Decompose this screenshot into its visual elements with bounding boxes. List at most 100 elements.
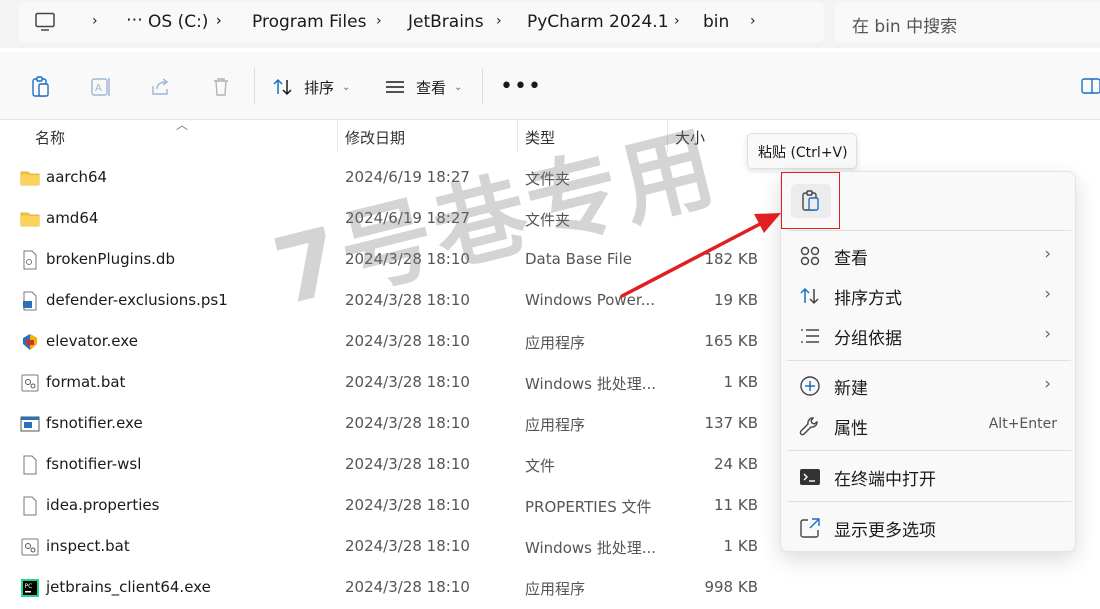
table-row[interactable]: fsnotifier.exe 2024/3/28 18:10 应用程序 137 …: [0, 404, 780, 445]
sort-label: 排序: [304, 78, 335, 97]
chevron-right-icon[interactable]: ›: [92, 13, 98, 29]
share-icon[interactable]: [149, 75, 173, 99]
chevron-right-icon[interactable]: ›: [216, 13, 222, 29]
table-row[interactable]: idea.properties 2024/3/28 18:10 PROPERTI…: [0, 486, 780, 527]
file-size: 24 KB: [714, 455, 758, 473]
chevron-right-icon[interactable]: ›: [376, 13, 382, 29]
menu-divider: [787, 450, 1071, 451]
file-size: 11 KB: [714, 496, 758, 514]
exe-window-icon: [20, 416, 40, 432]
file-name: format.bat: [46, 373, 126, 391]
chevron-right-icon[interactable]: ›: [750, 13, 756, 29]
menu-item-group-by[interactable]: 分组依据 ›: [785, 316, 1073, 354]
table-row[interactable]: brokenPlugins.db 2024/3/28 18:10 Data Ba…: [0, 240, 780, 281]
chevron-down-icon: ⌄: [454, 81, 463, 93]
menu-item-view[interactable]: 查看 ›: [785, 236, 1073, 274]
file-type: 文件夹: [525, 170, 571, 188]
column-divider[interactable]: [667, 120, 668, 152]
column-divider[interactable]: [517, 120, 518, 152]
paste-icon[interactable]: [29, 75, 53, 99]
menu-item-show-more-options[interactable]: 显示更多选项: [785, 508, 1073, 546]
file-type: Windows Power...: [525, 291, 656, 309]
breadcrumb-jetbrains[interactable]: JetBrains: [408, 12, 484, 32]
rename-icon[interactable]: A: [89, 75, 113, 99]
blank-file-icon: [23, 496, 37, 516]
wrench-icon: [799, 417, 818, 436]
chevron-right-icon: ›: [1044, 374, 1051, 394]
group-by-icon: [801, 329, 819, 343]
file-name: amd64: [46, 209, 99, 227]
chevron-right-icon[interactable]: ›: [674, 13, 680, 29]
table-row[interactable]: inspect.bat 2024/3/28 18:10 Windows 批处理.…: [0, 527, 780, 568]
column-header-date[interactable]: 修改日期: [345, 127, 405, 148]
table-row[interactable]: amd64 2024/6/19 18:27 文件夹: [0, 199, 780, 240]
details-pane-icon[interactable]: [1080, 76, 1100, 96]
chevron-right-icon[interactable]: ›: [496, 13, 502, 29]
breadcrumb-pycharm[interactable]: PyCharm 2024.1: [527, 12, 669, 32]
view-button[interactable]: 查看 ⌄: [384, 74, 462, 100]
column-header-name[interactable]: 名称: [35, 127, 65, 148]
folder-icon: [20, 212, 40, 227]
menu-item-properties[interactable]: 属性 Alt+Enter: [785, 406, 1073, 444]
chevron-right-icon: ›: [1044, 244, 1051, 264]
column-header-size[interactable]: 大小: [675, 127, 705, 148]
table-row[interactable]: elevator.exe 2024/3/28 18:10 应用程序 165 KB: [0, 322, 780, 363]
file-type: 文件: [525, 457, 556, 475]
search-input[interactable]: 在 bin 中搜索: [834, 2, 1100, 42]
file-date: 2024/3/28 18:10: [345, 373, 470, 391]
file-type: Windows 批处理...: [525, 539, 657, 557]
menu-item-sort-by[interactable]: 排序方式 ›: [785, 276, 1073, 314]
tooltip-text: 粘贴 (Ctrl+V): [758, 145, 848, 161]
menu-item-label: 查看: [834, 249, 868, 269]
sort-icon: [800, 287, 819, 305]
terminal-icon: [800, 469, 820, 485]
breadcrumb-overflow[interactable]: ⋯: [126, 10, 143, 30]
file-type: Windows 批处理...: [525, 375, 657, 393]
breadcrumb-bin[interactable]: bin: [703, 12, 729, 32]
file-name: inspect.bat: [46, 537, 130, 555]
column-header-type[interactable]: 类型: [525, 127, 555, 148]
file-name: fsnotifier-wsl: [46, 455, 142, 473]
file-date: 2024/3/28 18:10: [345, 578, 470, 596]
menu-item-new[interactable]: 新建 ›: [785, 366, 1073, 404]
file-type: 应用程序: [525, 334, 586, 352]
sort-button[interactable]: 排序 ⌄: [272, 74, 350, 100]
computer-icon[interactable]: [34, 12, 56, 32]
table-row[interactable]: format.bat 2024/3/28 18:10 Windows 批处理..…: [0, 363, 780, 404]
file-size: 137 KB: [704, 414, 758, 432]
file-name: fsnotifier.exe: [46, 414, 143, 432]
jetbrains-client-icon: PC: [21, 579, 39, 597]
toolbar-divider: [254, 68, 255, 104]
view-list-icon: [386, 81, 404, 93]
powershell-file-icon: [23, 291, 37, 311]
breadcrumb-program-files[interactable]: Program Files: [252, 12, 366, 32]
table-row[interactable]: aarch64 2024/6/19 18:27 文件夹: [0, 158, 780, 199]
sort-ascending-icon: ︿: [176, 118, 189, 132]
svg-text:A: A: [95, 83, 102, 94]
file-size: 19 KB: [714, 291, 758, 309]
file-name: idea.properties: [46, 496, 160, 514]
address-bar-row: › ⋯ › OS (C:) › Program Files › JetBrain…: [0, 0, 1100, 48]
chevron-down-icon: ⌄: [342, 81, 351, 93]
file-size: 1 KB: [723, 537, 758, 555]
breadcrumb-drive[interactable]: OS (C:): [148, 12, 208, 32]
more-options-button[interactable]: •••: [500, 74, 542, 99]
delete-icon[interactable]: [209, 75, 233, 99]
table-row[interactable]: fsnotifier-wsl 2024/3/28 18:10 文件 24 KB: [0, 445, 780, 486]
menu-item-open-in-terminal[interactable]: 在终端中打开: [785, 457, 1073, 495]
file-type: PROPERTIES 文件: [525, 498, 652, 516]
menu-item-label: 新建: [834, 379, 868, 399]
file-date: 2024/3/28 18:10: [345, 332, 470, 350]
table-row[interactable]: PC jetbrains_client64.exe 2024/3/28 18:1…: [0, 568, 780, 609]
address-bar[interactable]: › ⋯ › OS (C:) › Program Files › JetBrain…: [18, 2, 824, 42]
menu-item-label: 在终端中打开: [834, 470, 936, 490]
annotation-highlight-box: [781, 172, 840, 229]
table-row[interactable]: defender-exclusions.ps1 2024/3/28 18:10 …: [0, 281, 780, 322]
column-divider[interactable]: [337, 120, 338, 152]
file-name: aarch64: [46, 168, 108, 186]
file-date: 2024/3/28 18:10: [345, 250, 470, 268]
batch-file-icon: [21, 374, 39, 392]
elevator-exe-icon: [23, 334, 37, 350]
chevron-right-icon: ›: [1044, 284, 1051, 304]
command-bar: A 排序 ⌄ 查看 ⌄ •••: [0, 52, 1100, 120]
